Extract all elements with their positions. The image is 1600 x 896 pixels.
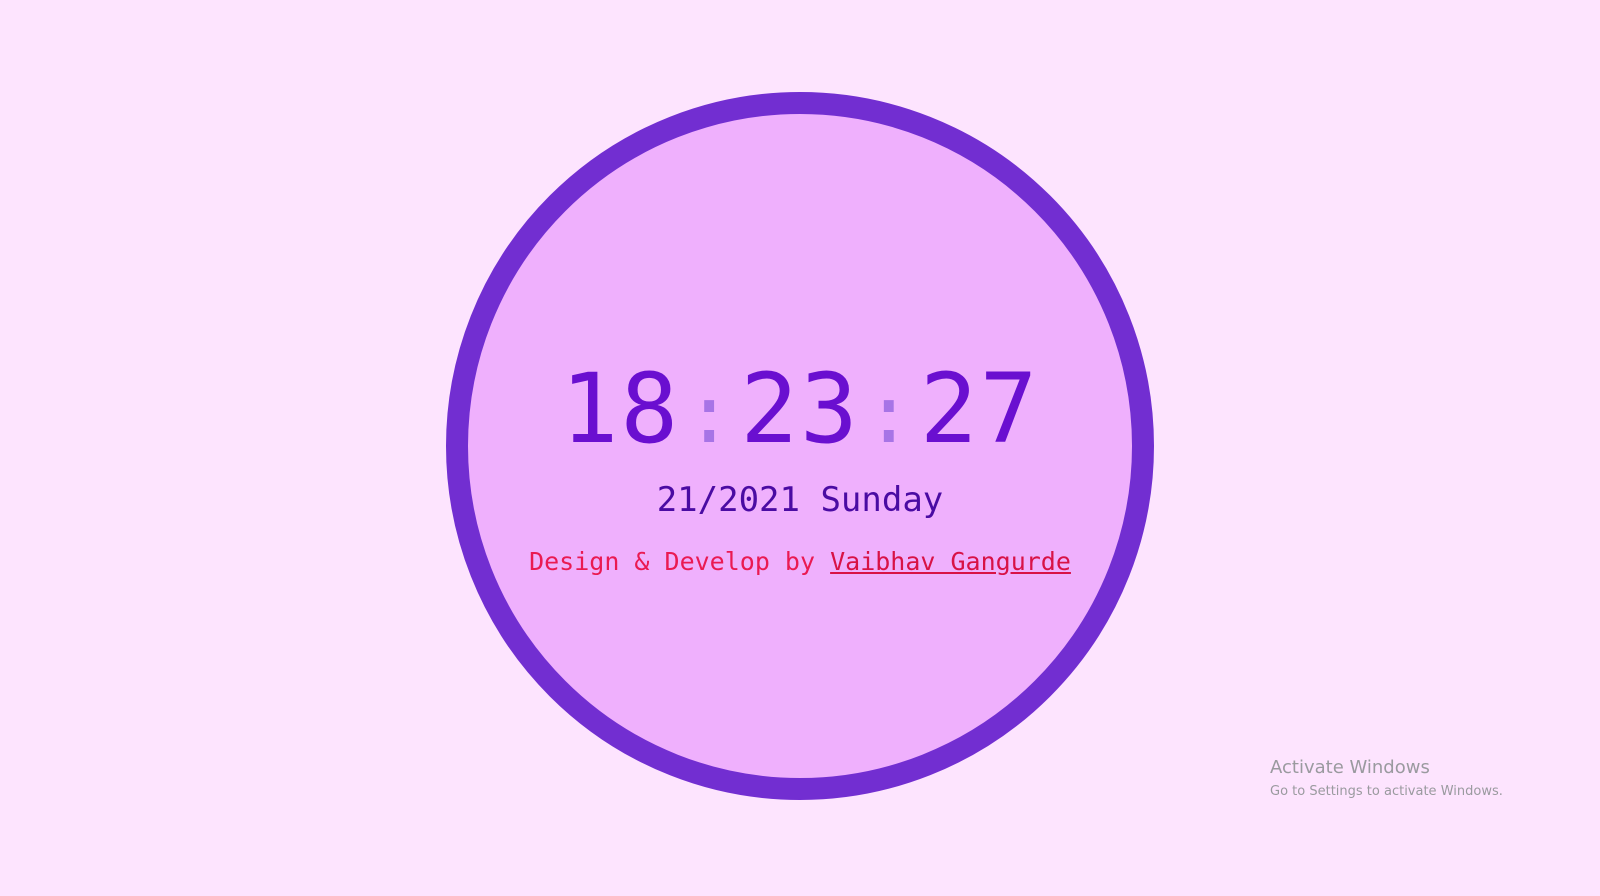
clock-face: 18:23:27 21/2021 Sunday Design & Develop… bbox=[446, 92, 1154, 800]
clock-date: 21/2021 Sunday bbox=[656, 480, 944, 520]
clock-seconds: 27 bbox=[919, 353, 1040, 465]
watermark-title: Activate Windows bbox=[1270, 757, 1430, 778]
author-link[interactable]: Vaibhav Gangurde bbox=[830, 547, 1071, 576]
credit-prefix: Design & Develop by bbox=[529, 547, 831, 576]
clock-separator: : bbox=[685, 368, 736, 461]
activate-windows-watermark: Activate Windows Go to Settings to activ… bbox=[1270, 756, 1503, 802]
clock-minutes: 23 bbox=[740, 353, 860, 465]
clock-hours: 18 bbox=[560, 353, 681, 465]
watermark-subtitle: Go to Settings to activate Windows. bbox=[1270, 784, 1503, 799]
clock-time: 18:23:27 bbox=[468, 354, 1132, 470]
clock-separator: : bbox=[864, 368, 915, 461]
credit-line: Design & Develop by Vaibhav Gangurde bbox=[468, 544, 1132, 580]
